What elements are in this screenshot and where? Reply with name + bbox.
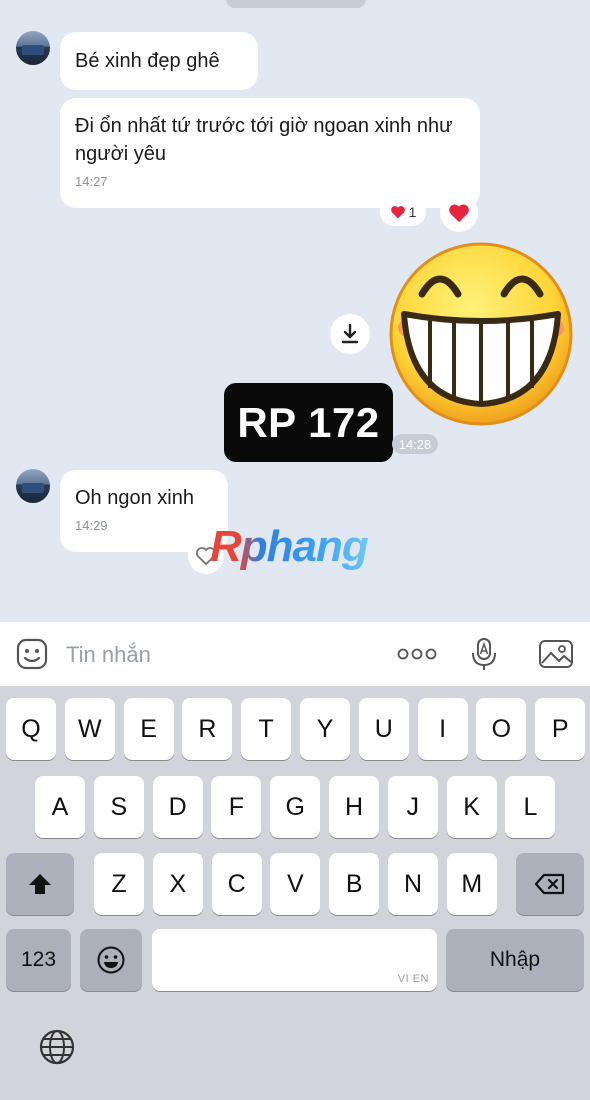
key-g[interactable]: G: [270, 776, 321, 838]
key-y[interactable]: Y: [300, 698, 350, 760]
emoji-icon: [97, 946, 125, 974]
message-input[interactable]: Tin nhắn: [66, 642, 151, 668]
key-z[interactable]: Z: [94, 853, 144, 915]
grinning-emoji-sticker[interactable]: [384, 242, 578, 432]
key-f[interactable]: F: [211, 776, 262, 838]
sticker-icon[interactable]: [14, 636, 50, 672]
message-bubble[interactable]: Đi ổn nhất tứ trước tới giờ ngoan xinh n…: [60, 98, 480, 208]
key-x[interactable]: X: [152, 853, 203, 915]
key-p[interactable]: P: [535, 698, 586, 760]
key-i[interactable]: I: [417, 698, 468, 760]
key-e[interactable]: E: [123, 698, 174, 760]
message-time: 14:29: [75, 518, 108, 533]
message-time: 14:28: [392, 434, 438, 454]
key-v[interactable]: V: [270, 853, 321, 915]
date-pill: [226, 0, 366, 8]
message-bubble[interactable]: Bé xinh đẹp ghê: [60, 32, 258, 90]
avatar[interactable]: [16, 31, 50, 65]
backspace-key[interactable]: [516, 853, 584, 915]
download-button[interactable]: [330, 314, 370, 354]
shift-key[interactable]: [6, 853, 74, 915]
key-u[interactable]: U: [358, 698, 409, 760]
key-n[interactable]: N: [388, 853, 438, 915]
backspace-icon: [534, 873, 565, 895]
avatar[interactable]: [16, 469, 50, 503]
message-text: Đi ổn nhất tứ trước tới giờ ngoan xinh n…: [75, 115, 453, 165]
download-icon: [341, 323, 359, 344]
space-key[interactable]: VI EN: [152, 929, 437, 991]
shift-icon: [29, 874, 51, 894]
emoji-key[interactable]: [80, 929, 142, 991]
chat-area: Bé xinh đẹp ghê Đi ổn nhất tứ trước tới …: [0, 0, 590, 622]
key-k[interactable]: K: [446, 776, 497, 838]
return-key[interactable]: Nhập: [446, 929, 584, 991]
key-m[interactable]: M: [446, 853, 497, 915]
numbers-key[interactable]: 123: [6, 929, 71, 991]
message-text: Bé xinh đẹp ghê: [75, 50, 220, 72]
key-o[interactable]: O: [476, 698, 527, 760]
more-options-icon[interactable]: [396, 640, 438, 668]
message-text: Oh ngon xinh: [75, 487, 194, 509]
key-a[interactable]: A: [35, 776, 85, 838]
keyboard: QWERTYUIOP ASDFGHJKL ZXCVBNM 123 VI EN N…: [0, 686, 590, 1100]
space-language-label: VI EN: [397, 973, 429, 985]
heart-icon: [390, 206, 405, 219]
reaction-summary[interactable]: 1: [380, 198, 426, 226]
key-c[interactable]: C: [211, 853, 262, 915]
key-j[interactable]: J: [387, 776, 438, 838]
key-q[interactable]: Q: [6, 698, 56, 760]
image-icon[interactable]: [536, 636, 576, 672]
globe-icon[interactable]: [38, 1028, 78, 1068]
voice-input-icon[interactable]: [466, 636, 502, 672]
key-d[interactable]: D: [152, 776, 203, 838]
react-button[interactable]: [440, 194, 478, 232]
heart-icon: [449, 204, 469, 223]
key-w[interactable]: W: [64, 698, 115, 760]
reaction-count: 1: [408, 204, 417, 220]
key-s[interactable]: S: [93, 776, 144, 838]
key-l[interactable]: L: [505, 776, 556, 838]
key-t[interactable]: T: [241, 698, 292, 760]
key-r[interactable]: R: [182, 698, 233, 760]
sticker-label: RP 172: [224, 383, 393, 462]
key-b[interactable]: B: [329, 853, 380, 915]
watermark-logo: Rphang: [210, 522, 369, 571]
key-h[interactable]: H: [329, 776, 379, 838]
message-time: 14:27: [75, 174, 108, 189]
